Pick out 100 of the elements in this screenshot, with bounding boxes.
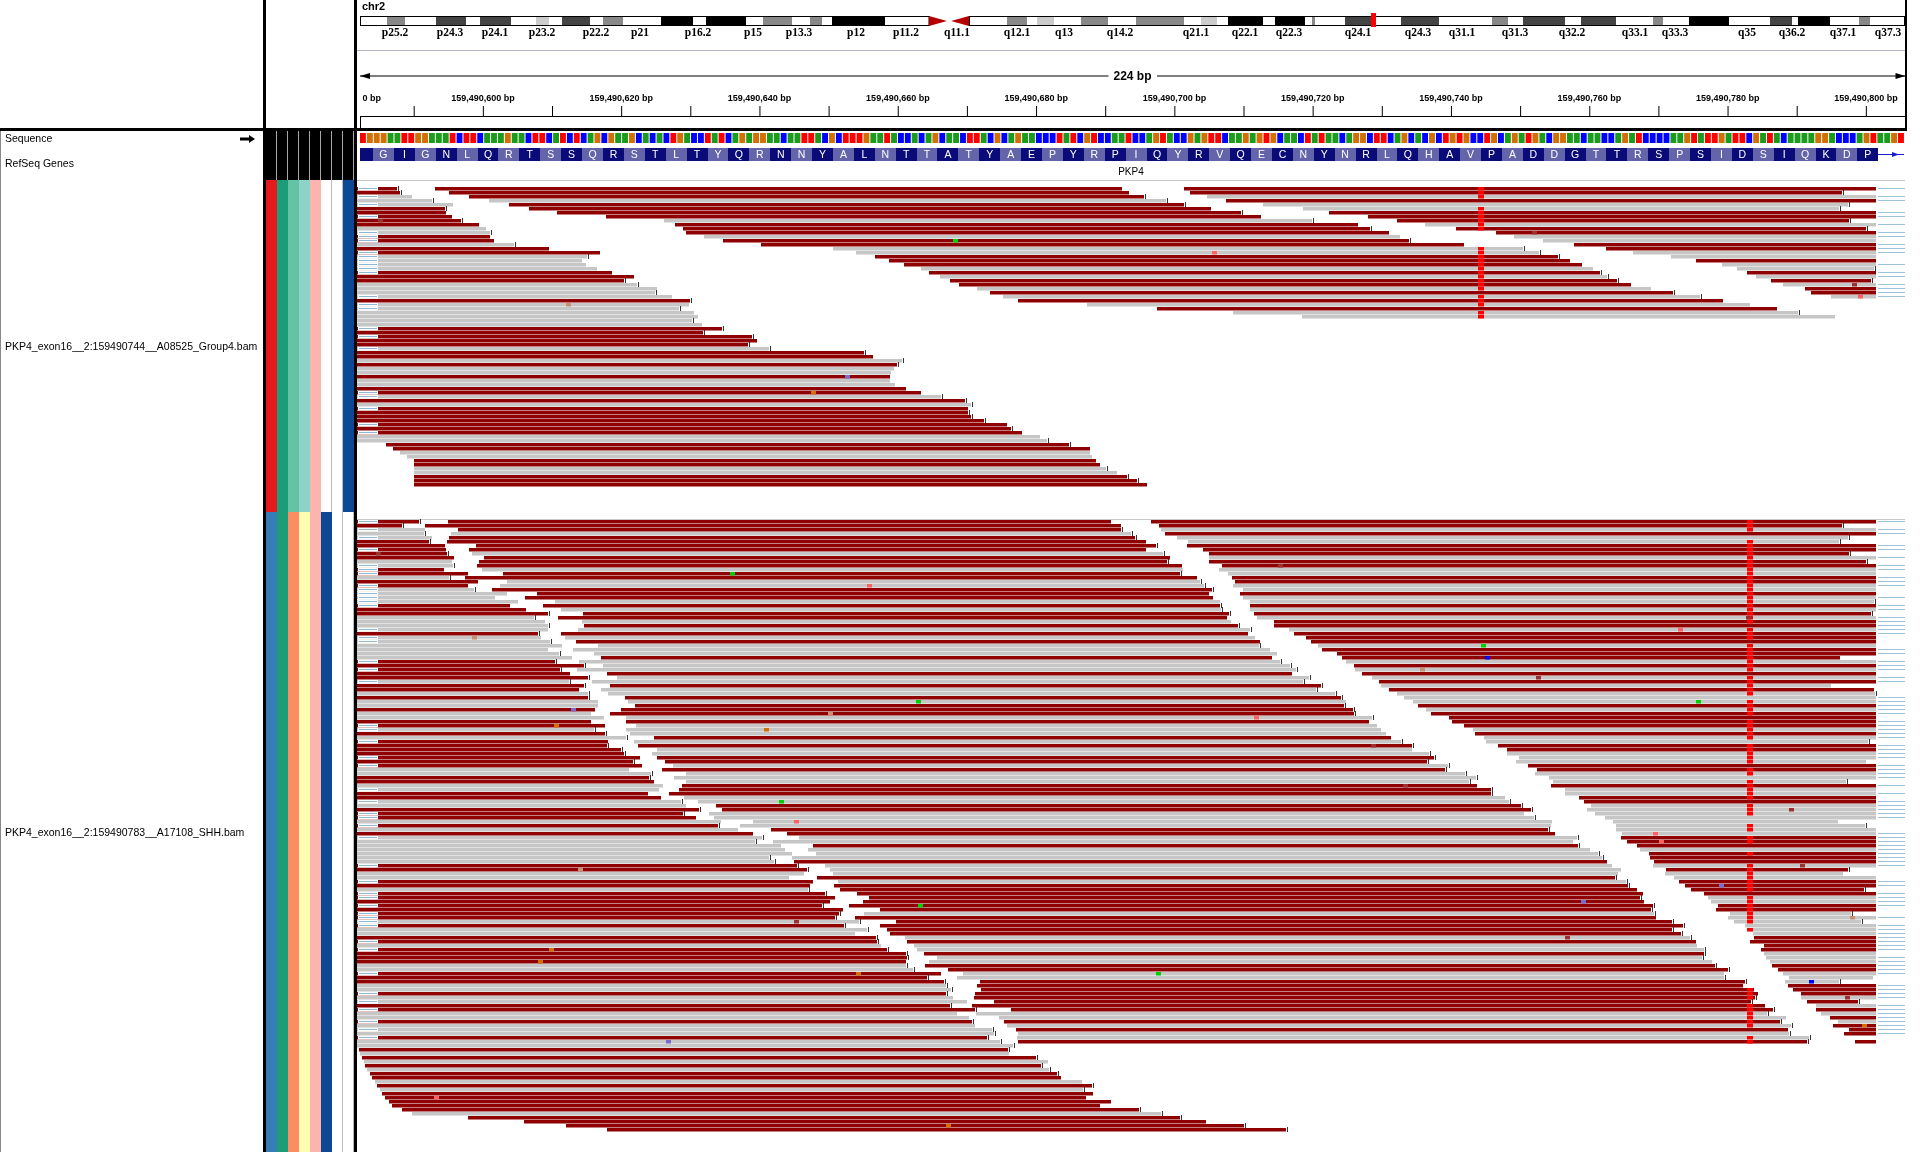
- amino-acid-cell: S: [561, 148, 583, 161]
- cytoband-label: q22.1: [1231, 27, 1259, 38]
- amino-acid-cell: N: [791, 148, 813, 161]
- amino-acid-cell: P: [1042, 148, 1063, 161]
- cytoband-label: q35: [1738, 27, 1756, 38]
- cytoband-label: q24.3: [1404, 27, 1432, 38]
- amino-acid-cell: A: [1501, 148, 1523, 161]
- amino-acid-cell: T: [644, 148, 666, 161]
- amino-acid-cell: L: [1376, 148, 1398, 161]
- amino-acid-cell: T: [686, 148, 708, 161]
- amino-acid-cell: Q: [1397, 148, 1419, 161]
- amino-acid-cell: S: [1648, 148, 1670, 161]
- amino-acid-cell: E: [1251, 148, 1272, 161]
- track-name: Sequence: [5, 132, 53, 145]
- amino-acid-cell: Q: [1794, 148, 1816, 161]
- cytoband-label: p12: [847, 27, 865, 38]
- cytoband-label: q33.3: [1661, 27, 1689, 38]
- amino-acid-cell: T: [916, 148, 938, 161]
- ruler-tick-label: 159,490,680 bp: [1004, 92, 1068, 104]
- chromosome-ideogram[interactable]: [357, 13, 1905, 27]
- cytoband-label: q37.3: [1874, 27, 1902, 38]
- ruler-tick-label: 159,490,780 bp: [1695, 92, 1760, 104]
- cytoband-label: q37.1: [1829, 27, 1857, 38]
- amino-acid-cell: K: [1815, 148, 1837, 161]
- amino-acid-cell: R: [498, 148, 520, 161]
- amino-acid-cell: N: [1292, 148, 1314, 161]
- amino-acid-cell: Y: [979, 148, 1001, 161]
- ruler-tick-label: 159,490,600 bp: [451, 92, 515, 104]
- amino-acid-cell: Q: [1146, 148, 1168, 161]
- amino-acid-cell: H: [1418, 148, 1440, 161]
- cytoband-label: q22.3: [1275, 27, 1303, 38]
- track-name: PKP4_exon16__2:159490744__A08525_Group4.bam: [5, 339, 258, 353]
- amino-acid-cell: Q: [1230, 148, 1252, 161]
- amino-acid-cell: A: [937, 148, 959, 161]
- amino-acid-cell: R: [749, 148, 771, 161]
- cytoband-label: p23.2: [528, 27, 556, 38]
- cytoband-label: p16.2: [684, 27, 712, 38]
- amino-acid-cell: I: [393, 148, 415, 161]
- cytoband-label: p24.3: [436, 27, 464, 38]
- cytoband-label: p13.3: [785, 27, 813, 38]
- amino-acid-cell: T: [895, 148, 917, 161]
- cytoband-label: p22.2: [582, 27, 610, 38]
- strand-arrow-icon[interactable]: [240, 134, 255, 143]
- amino-acid-cell: Q: [582, 148, 603, 161]
- cytoband-label: p24.1: [481, 27, 509, 38]
- amino-acid-cell: N: [874, 148, 896, 161]
- ruler-tick-label: 159,490,740 bp: [1419, 92, 1483, 104]
- amino-acid-cell: R: [1355, 148, 1377, 161]
- amino-acid-cell: N: [1334, 148, 1356, 161]
- cytoband-label: q12.1: [1003, 27, 1031, 38]
- amino-acid-cell: S: [623, 148, 645, 161]
- amino-acid-cell: C: [1271, 148, 1293, 161]
- ruler-tick-label: 159,490,800 bp: [1834, 92, 1898, 104]
- amino-acid-cell: D: [1522, 148, 1544, 161]
- ruler-tick-label: 159,490,720 bp: [1281, 92, 1345, 104]
- chromosome-label: chr2: [362, 0, 386, 13]
- amino-acid-cell: R: [602, 148, 624, 161]
- track-name: PKP4_exon16__2:159490783__A17108_SHH.bam: [5, 825, 245, 839]
- track-name: RefSeq Genes: [5, 156, 74, 170]
- cytoband-label: p25.2: [381, 27, 409, 38]
- cytoband-label: q24.1: [1344, 27, 1372, 38]
- partial-codon-block: [360, 148, 373, 161]
- amino-acid-cell: S: [540, 148, 562, 161]
- cytoband-label: q11.1: [944, 27, 970, 38]
- amino-acid-cell: E: [1021, 148, 1042, 161]
- cytoband-label: q32.2: [1558, 27, 1586, 38]
- amino-acid-cell: A: [1000, 148, 1022, 161]
- cytoband-label: q36.2: [1778, 27, 1806, 38]
- ruler-tick-label: 159,490,640 bp: [727, 92, 792, 104]
- amino-acid-cell: Y: [707, 148, 729, 161]
- amino-acid-cell: G: [1564, 148, 1586, 161]
- ruler-tick-label: 159,490,760 bp: [1557, 92, 1622, 104]
- amino-acid-cell: T: [1585, 148, 1607, 161]
- amino-acid-cell: I: [1711, 148, 1732, 161]
- span-length-label: 224 bp: [1112, 70, 1153, 82]
- amino-acid-cell: Y: [812, 148, 833, 161]
- cytoband-label: q14.2: [1106, 27, 1134, 38]
- amino-acid-cell: L: [853, 148, 875, 161]
- amino-acid-cell: S: [1752, 148, 1774, 161]
- cytoband-label: q21.1: [1182, 27, 1210, 38]
- amino-acid-cell: R: [1083, 148, 1105, 161]
- ruler-tick-label: 159,490,620 bp: [589, 92, 654, 104]
- amino-acid-cell: L: [665, 148, 687, 161]
- amino-acid-cell: R: [1188, 148, 1210, 161]
- amino-acid-cell: R: [1627, 148, 1649, 161]
- ruler-tick-label: 159,490,700 bp: [1142, 92, 1207, 104]
- amino-acid-cell: Y: [1167, 148, 1189, 161]
- amino-acid-cell: I: [1773, 148, 1795, 161]
- amino-acid-cell: I: [1125, 148, 1147, 161]
- amino-acid-cell: Y: [1313, 148, 1335, 161]
- amino-acid-cell: P: [1481, 148, 1502, 161]
- amino-acid-cell: N: [770, 148, 792, 161]
- amino-acid-cell: D: [1836, 148, 1858, 161]
- amino-acid-cell: V: [1460, 148, 1482, 161]
- ruler-tick-label: 159,490,660 bp: [866, 92, 930, 104]
- gene-name-label: PKP4: [1118, 166, 1144, 177]
- amino-acid-cell: G: [373, 148, 394, 161]
- amino-acid-cell: T: [1606, 148, 1628, 161]
- amino-acid-cell: P: [1857, 148, 1879, 161]
- amino-acid-cell: N: [435, 148, 457, 161]
